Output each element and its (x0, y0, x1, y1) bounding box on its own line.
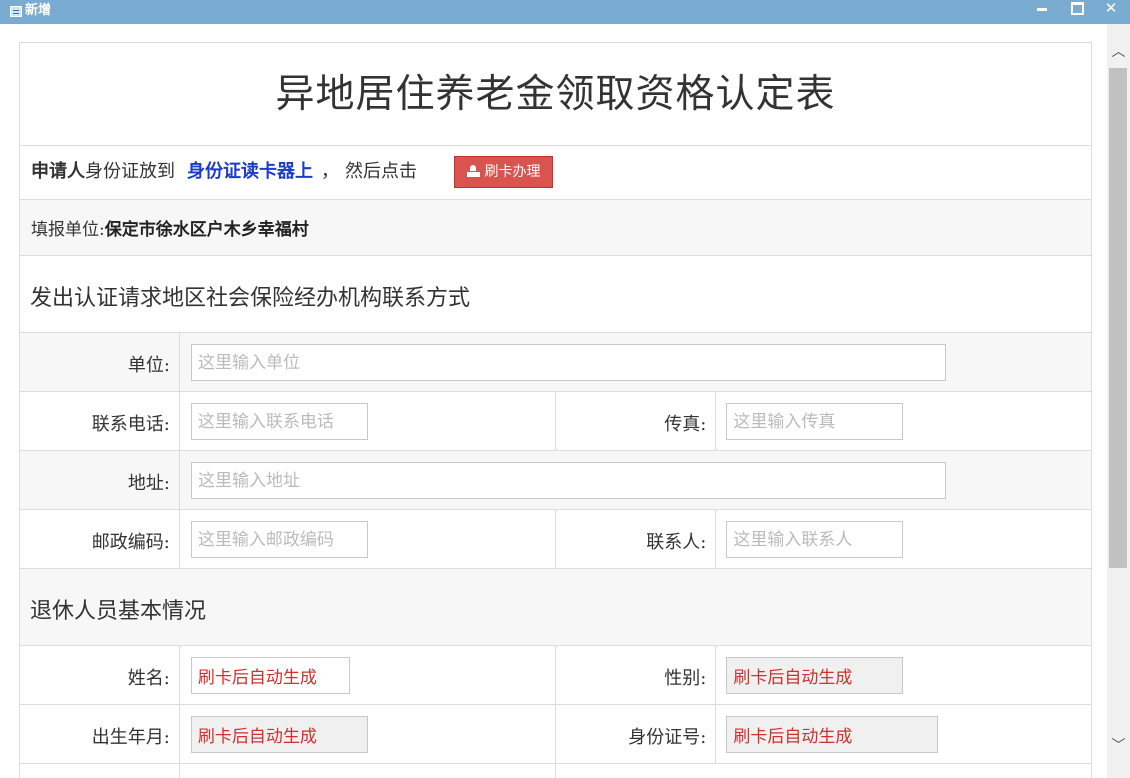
phone-label: 联系电话: (20, 392, 180, 450)
maximize-icon[interactable] (1066, 0, 1088, 20)
form-title: 异地居住养老金领取资格认定表 (20, 43, 1091, 146)
person-card-icon (466, 165, 480, 177)
reporting-unit-label: 填报单位: (31, 220, 105, 240)
postcode-cell (180, 510, 556, 568)
postcode-input[interactable] (190, 521, 368, 558)
name-gender-row: 姓名: 性别: (20, 646, 1091, 705)
next-row-cell (180, 764, 556, 778)
fax-input[interactable] (726, 403, 904, 440)
unit-cell (180, 333, 1091, 391)
scrollbar-thumb[interactable] (1109, 68, 1127, 568)
next-row-label-cell (20, 764, 180, 778)
scroll-down-icon[interactable]: ﹀ (1107, 732, 1130, 760)
birth-id-row: 出生年月: 身份证号: (20, 705, 1091, 764)
birth-label: 出生年月: (20, 705, 180, 763)
phone-cell (180, 392, 556, 450)
gender-cell (716, 646, 1091, 704)
next-row-partial (20, 764, 1091, 778)
unit-label: 单位: (20, 333, 180, 391)
address-label: 地址: (20, 451, 180, 509)
contact-person-cell (716, 510, 1091, 568)
unit-row: 单位: (20, 333, 1091, 392)
minimize-icon[interactable] (1031, 0, 1053, 20)
scroll-up-icon[interactable]: ︿ (1107, 38, 1130, 66)
postcode-label: 邮政编码: (20, 510, 180, 568)
unit-input[interactable] (191, 344, 946, 381)
id-number-input[interactable] (726, 716, 939, 753)
vertical-scrollbar[interactable]: ︿ ﹀ (1107, 24, 1130, 778)
close-icon[interactable]: ✕ (1100, 0, 1122, 20)
instruction-text-1: 身份证放到 (85, 161, 175, 182)
phone-input[interactable] (190, 403, 368, 440)
swipe-card-button[interactable]: 刷卡办理 (454, 156, 553, 188)
card-reader-highlight: 身份证读卡器上 (187, 161, 313, 182)
reporting-unit-value: 保定市徐水区户木乡幸福村 (104, 220, 309, 240)
window-title-bar: 新增 ✕ (0, 0, 1130, 24)
birth-input[interactable] (190, 716, 368, 753)
gender-label: 性别: (556, 646, 717, 704)
retiree-section-heading: 退休人员基本情况 (20, 569, 1091, 646)
window-icon (10, 6, 22, 17)
id-number-cell (716, 705, 1091, 763)
contact-person-label: 联系人: (556, 510, 717, 568)
reporting-unit-row: 填报单位:保定市徐水区户木乡幸福村 (20, 200, 1091, 256)
form-scroll-area[interactable]: 异地居住养老金领取资格认定表 申请人身份证放到 身份证读卡器上 ， 然后点击 刷卡办理… (0, 24, 1107, 778)
address-input[interactable] (191, 462, 946, 499)
address-row: 地址: (20, 451, 1091, 510)
name-input[interactable] (190, 657, 350, 694)
instruction-comma: ， (321, 161, 339, 182)
postcode-contact-row: 邮政编码: 联系人: (20, 510, 1091, 569)
instruction-row: 申请人身份证放到 身份证读卡器上 ， 然后点击 刷卡办理 (20, 146, 1091, 200)
fax-cell (716, 392, 1091, 450)
instruction-text-2: 然后点击 (345, 161, 417, 182)
applicant-label: 申请人 (31, 161, 85, 182)
window-title: 新增 (25, 3, 52, 18)
name-cell (180, 646, 556, 704)
fax-label: 传真: (556, 392, 717, 450)
qualification-form: 异地居住养老金领取资格认定表 申请人身份证放到 身份证读卡器上 ， 然后点击 刷卡办理… (19, 42, 1092, 778)
id-number-label: 身份证号: (556, 705, 717, 763)
contact-section-heading: 发出认证请求地区社会保险经办机构联系方式 (20, 256, 1091, 333)
gender-input[interactable] (726, 657, 904, 694)
name-label: 姓名: (20, 646, 180, 704)
birth-cell (180, 705, 556, 763)
address-cell (180, 451, 1091, 509)
swipe-card-label: 刷卡办理 (484, 164, 541, 180)
phone-fax-row: 联系电话: 传真: (20, 392, 1091, 451)
contact-person-input[interactable] (726, 521, 904, 558)
